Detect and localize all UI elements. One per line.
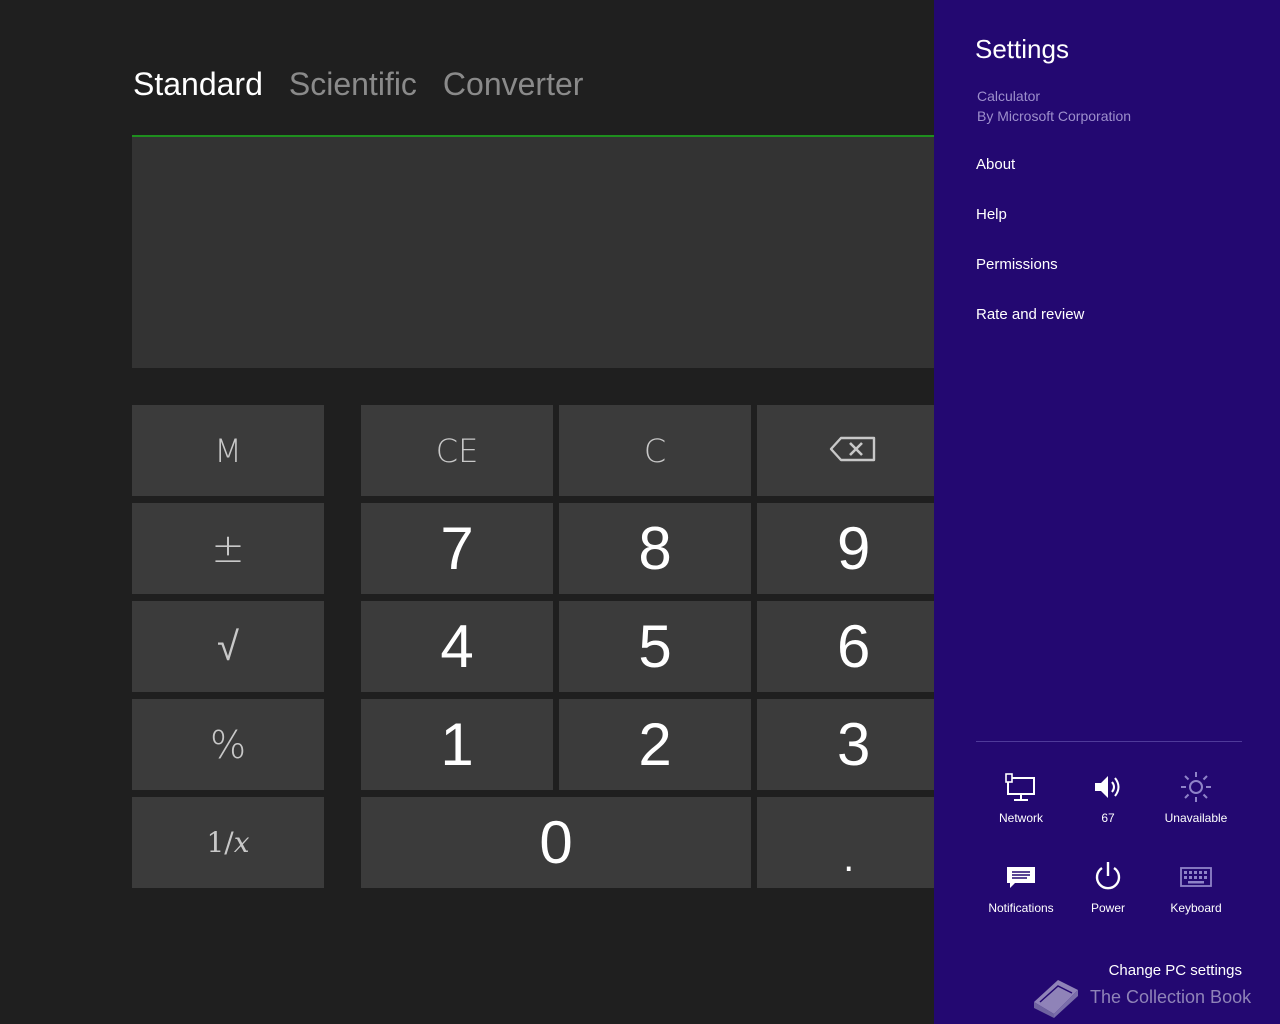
- digit-0-button[interactable]: 0: [361, 797, 751, 888]
- digit-3-button[interactable]: 3: [757, 699, 934, 790]
- negate-button[interactable]: ±: [132, 503, 324, 594]
- charm-title: Settings: [975, 34, 1069, 64]
- power-icon: [1092, 855, 1124, 899]
- notifications-tile[interactable]: Notifications: [976, 855, 1066, 915]
- backspace-button[interactable]: [757, 405, 934, 496]
- power-label: Power: [1090, 901, 1125, 915]
- charm-app-info: Calculator By Microsoft Corporation: [977, 86, 1131, 126]
- charm-divider: [976, 741, 1242, 742]
- digit-1-button[interactable]: 1: [361, 699, 553, 790]
- digit-8-button[interactable]: 8: [559, 503, 751, 594]
- backspace-icon: [829, 432, 877, 470]
- calculator-app: Standard Scientific Converter M CE C ± 7…: [0, 0, 934, 1024]
- rate-and-review-link[interactable]: Rate and review: [976, 306, 1084, 323]
- sqrt-button[interactable]: √: [132, 601, 324, 692]
- about-link[interactable]: About: [976, 156, 1015, 173]
- digit-2-button[interactable]: 2: [559, 699, 751, 790]
- brightness-icon: [1179, 765, 1213, 809]
- keyboard-icon: [1179, 855, 1213, 899]
- volume-icon: [1092, 765, 1124, 809]
- keyboard-label: Keyboard: [1170, 901, 1222, 915]
- digit-4-button[interactable]: 4: [361, 601, 553, 692]
- keyboard-tile[interactable]: Keyboard: [1151, 855, 1241, 915]
- digit-5-button[interactable]: 5: [559, 601, 751, 692]
- network-tile[interactable]: Network: [976, 765, 1066, 825]
- decimal-button[interactable]: .: [757, 797, 934, 888]
- power-tile[interactable]: Power: [1063, 855, 1153, 915]
- tab-scientific[interactable]: Scientific: [289, 66, 417, 103]
- brightness-tile[interactable]: Unavailable: [1151, 765, 1241, 825]
- notifications-icon: [1005, 855, 1037, 899]
- brightness-label: Unavailable: [1164, 811, 1228, 825]
- digit-6-button[interactable]: 6: [757, 601, 934, 692]
- help-link[interactable]: Help: [976, 206, 1007, 223]
- calculator-display: [132, 135, 934, 368]
- mode-tabs: Standard Scientific Converter: [133, 66, 583, 103]
- settings-charm: Settings Calculator By Microsoft Corpora…: [934, 0, 1280, 1024]
- percent-button[interactable]: %: [132, 699, 324, 790]
- volume-label: 67: [1101, 811, 1115, 825]
- app-name: Calculator: [977, 88, 1041, 104]
- book-icon: [1028, 972, 1082, 1023]
- watermark: The Collection Book: [1028, 972, 1251, 1023]
- network-label: Network: [998, 811, 1043, 825]
- tab-converter[interactable]: Converter: [443, 66, 584, 103]
- clear-button[interactable]: C: [559, 405, 751, 496]
- reciprocal-button[interactable]: 1/x: [132, 797, 324, 888]
- memory-button[interactable]: M: [132, 405, 324, 496]
- permissions-link[interactable]: Permissions: [976, 256, 1058, 273]
- digit-7-button[interactable]: 7: [361, 503, 553, 594]
- reciprocal-variable: x: [233, 826, 250, 859]
- tab-standard[interactable]: Standard: [133, 66, 263, 103]
- volume-tile[interactable]: 67: [1063, 765, 1153, 825]
- digit-9-button[interactable]: 9: [757, 503, 934, 594]
- watermark-text: The Collection Book: [1090, 987, 1252, 1007]
- notifications-label: Notifications: [988, 901, 1054, 915]
- app-publisher: By Microsoft Corporation: [977, 108, 1132, 124]
- clear-entry-button[interactable]: CE: [361, 405, 553, 496]
- network-icon: [1004, 765, 1038, 809]
